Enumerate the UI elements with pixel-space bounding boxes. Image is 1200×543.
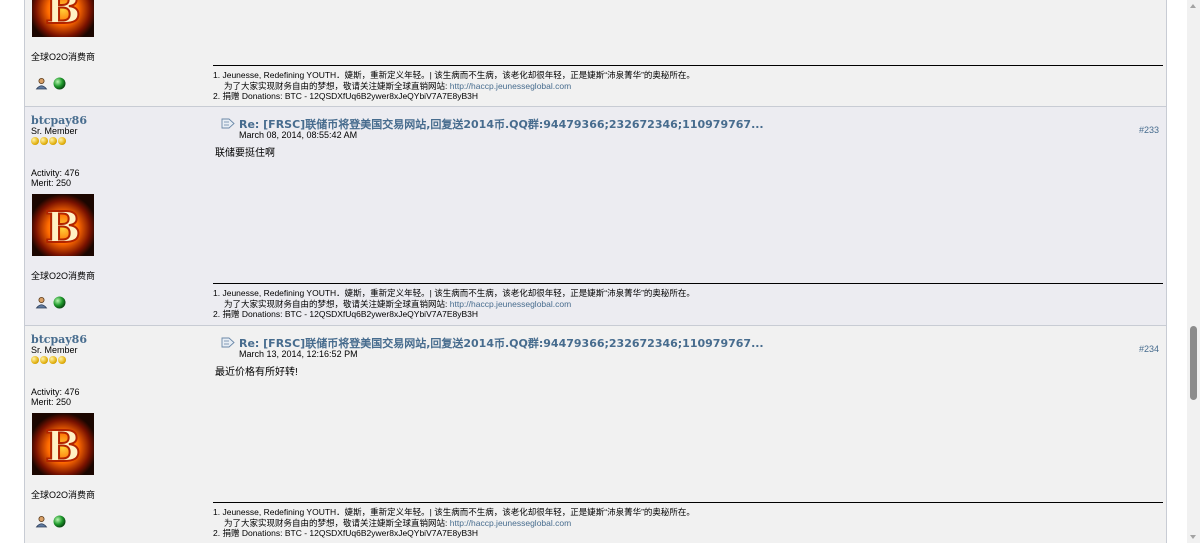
signature-line: 捐赠 Donations: BTC - 12QSDXfUq6B2ywer8xJe… bbox=[222, 309, 479, 320]
post-top-partial: B 全球O2O消费商 1. Jeunesse, Redefining YOUTH… bbox=[25, 0, 1166, 106]
signature-line: Jeunesse, Redefining YOUTH．婕斯，重新定义年轻。| 该… bbox=[222, 507, 695, 517]
signature: 1. Jeunesse, Redefining YOUTH．婕斯，重新定义年轻。… bbox=[213, 65, 1163, 102]
post-number-link[interactable]: #233 bbox=[1139, 125, 1159, 135]
signature-line: 为了大家实现财务自由的梦想，敬请关注婕斯全球直销网站: bbox=[224, 298, 448, 309]
star-icon bbox=[49, 356, 57, 364]
scroll-down-arrow-icon[interactable] bbox=[1190, 535, 1196, 539]
online-status-icon bbox=[53, 296, 66, 309]
scroll-up-arrow-icon[interactable] bbox=[1190, 4, 1196, 8]
star-icon bbox=[40, 137, 48, 145]
avatar-flaming-b-icon: B bbox=[32, 0, 94, 37]
personal-text: 全球O2O消费商 bbox=[31, 271, 96, 281]
post-body: 最近价格有所好转! bbox=[215, 367, 298, 378]
avatar-flaming-b-icon: B bbox=[32, 413, 94, 475]
star-icon bbox=[58, 356, 66, 364]
rank-stars bbox=[31, 356, 67, 365]
signature-line: 捐赠 Donations: BTC - 12QSDXfUq6B2ywer8xJe… bbox=[222, 91, 479, 102]
signature: 1. Jeunesse, Redefining YOUTH．婕斯，重新定义年轻。… bbox=[213, 283, 1163, 320]
activity-count: Activity: 476 bbox=[31, 387, 80, 397]
signature-link[interactable]: http://haccp.jeunesseglobal.com bbox=[450, 518, 571, 528]
post-date: March 13, 2014, 12:16:52 PM bbox=[239, 349, 358, 359]
post: btcpay86 Sr. Member Activity: 476 Merit:… bbox=[25, 326, 1166, 543]
vertical-scrollbar[interactable] bbox=[1187, 0, 1200, 543]
message-icon bbox=[221, 118, 235, 129]
profile-icon[interactable] bbox=[35, 296, 48, 309]
signature-link[interactable]: http://haccp.jeunesseglobal.com bbox=[450, 81, 571, 91]
post-body: 联储要挺住啊 bbox=[215, 148, 275, 159]
signature-line: Jeunesse, Redefining YOUTH．婕斯，重新定义年轻。| 该… bbox=[222, 70, 695, 80]
avatar-flaming-b-icon: B bbox=[32, 194, 94, 256]
signature-line: Jeunesse, Redefining YOUTH．婕斯，重新定义年轻。| 该… bbox=[222, 288, 695, 298]
profile-icon[interactable] bbox=[35, 515, 48, 528]
star-icon bbox=[31, 137, 39, 145]
svg-text:B: B bbox=[45, 422, 81, 471]
profile-icon[interactable] bbox=[35, 77, 48, 90]
personal-text: 全球O2O消费商 bbox=[31, 490, 96, 500]
online-status-icon bbox=[53, 77, 66, 90]
signature-line: 捐赠 Donations: BTC - 12QSDXfUq6B2ywer8xJe… bbox=[222, 528, 479, 539]
rank-stars bbox=[31, 137, 67, 146]
signature-link[interactable]: http://haccp.jeunesseglobal.com bbox=[450, 299, 571, 309]
post-header: Re: [FRSC]联储币将登美国交易网站,回复送2014币.QQ群:94479… bbox=[221, 115, 1159, 141]
member-rank: Sr. Member bbox=[31, 345, 78, 355]
member-rank: Sr. Member bbox=[31, 126, 78, 136]
svg-text:B: B bbox=[45, 0, 81, 33]
post-number-link[interactable]: #234 bbox=[1139, 344, 1159, 354]
merit-count: Merit: 250 bbox=[31, 178, 72, 188]
merit-count: Merit: 250 bbox=[31, 397, 72, 407]
signature: 1. Jeunesse, Redefining YOUTH．婕斯，重新定义年轻。… bbox=[213, 502, 1163, 539]
scrollbar-thumb[interactable] bbox=[1190, 326, 1197, 400]
online-status-icon bbox=[53, 515, 66, 528]
star-icon bbox=[31, 356, 39, 364]
avatar: B bbox=[32, 194, 94, 256]
forum-thread: B 全球O2O消费商 1. Jeunesse, Redefining YOUTH… bbox=[24, 0, 1167, 543]
personal-text: 全球O2O消费商 bbox=[31, 52, 96, 62]
avatar: B bbox=[32, 0, 94, 37]
star-icon bbox=[58, 137, 66, 145]
post: btcpay86 Sr. Member Activity: 476 Merit:… bbox=[25, 107, 1166, 325]
svg-text:B: B bbox=[45, 203, 81, 252]
signature-line: 为了大家实现财务自由的梦想，敬请关注婕斯全球直销网站: bbox=[224, 80, 448, 91]
signature-line: 为了大家实现财务自由的梦想，敬请关注婕斯全球直销网站: bbox=[224, 517, 448, 528]
activity-count: Activity: 476 bbox=[31, 168, 80, 178]
star-icon bbox=[40, 356, 48, 364]
message-icon bbox=[221, 337, 235, 348]
post-date: March 08, 2014, 08:55:42 AM bbox=[239, 130, 358, 140]
avatar: B bbox=[32, 413, 94, 475]
star-icon bbox=[49, 137, 57, 145]
post-header: Re: [FRSC]联储币将登美国交易网站,回复送2014币.QQ群:94479… bbox=[221, 334, 1159, 360]
